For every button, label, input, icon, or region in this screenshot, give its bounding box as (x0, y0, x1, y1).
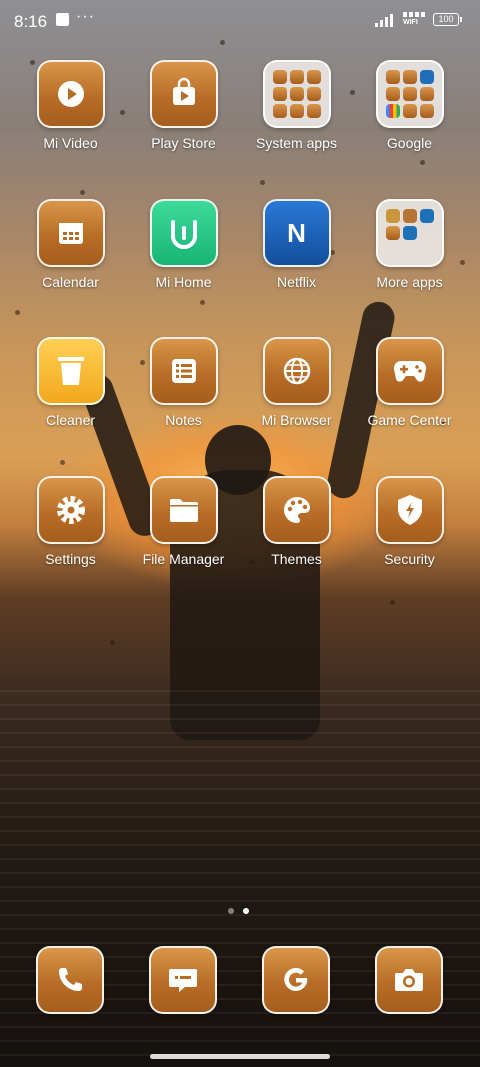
app-label: Calendar (42, 274, 99, 290)
signal-icon (375, 14, 393, 27)
folder-system-apps[interactable]: System apps (240, 60, 353, 151)
app-label: File Manager (142, 551, 225, 567)
app-notes[interactable]: Notes (127, 337, 240, 428)
folder-google[interactable]: Google (353, 60, 466, 151)
dock-camera[interactable] (375, 946, 443, 1014)
app-game-center[interactable]: Game Center (353, 337, 466, 428)
status-bar: 8:16 ··· WIFI 100 (0, 0, 480, 40)
app-label: Mi Browser (261, 412, 332, 428)
status-time: 8:16 (14, 12, 48, 31)
dock-phone[interactable] (36, 946, 104, 1014)
camera-icon (375, 946, 443, 1014)
phone-icon (36, 946, 104, 1014)
app-file-manager[interactable]: File Manager (127, 476, 240, 567)
gear-icon (36, 476, 105, 544)
play-icon (36, 60, 105, 128)
folder-more-apps[interactable]: More apps (353, 199, 466, 290)
trash-icon (36, 337, 105, 405)
globe-icon (262, 337, 331, 405)
folder-label: System apps (256, 135, 337, 151)
app-label: Mi Home (155, 274, 212, 290)
palette-icon (262, 476, 331, 544)
notification-icon (56, 13, 69, 26)
app-label: Themes (271, 551, 322, 567)
battery-icon: 100 (433, 13, 462, 26)
app-label: Game Center (367, 412, 452, 428)
netflix-glyph: N (287, 217, 306, 248)
dock-google[interactable] (262, 946, 330, 1014)
app-label: Settings (45, 551, 96, 567)
app-security[interactable]: Security (353, 476, 466, 567)
gesture-navigation-bar[interactable] (150, 1054, 330, 1059)
shield-icon (375, 476, 444, 544)
app-label: Notes (165, 412, 202, 428)
page-dot-active[interactable] (243, 908, 249, 914)
folder-label: More apps (376, 274, 443, 290)
play-store-icon (149, 60, 218, 128)
app-label: Cleaner (45, 412, 96, 428)
folder-icon (262, 60, 331, 128)
app-calendar[interactable]: Calendar (14, 199, 127, 290)
calendar-icon (36, 199, 105, 267)
page-dot[interactable] (228, 908, 234, 914)
app-mi-browser[interactable]: Mi Browser (240, 337, 353, 428)
folder-icon (375, 199, 444, 267)
app-netflix[interactable]: N Netflix (240, 199, 353, 290)
app-label: Mi Video (43, 135, 98, 151)
dock-messages[interactable] (149, 946, 217, 1014)
mi-home-icon (149, 199, 218, 267)
app-settings[interactable]: Settings (14, 476, 127, 567)
app-mi-home[interactable]: Mi Home (127, 199, 240, 290)
app-themes[interactable]: Themes (240, 476, 353, 567)
app-mi-video[interactable]: Mi Video (14, 60, 127, 151)
folder-icon (149, 476, 218, 544)
app-label: Netflix (277, 274, 316, 290)
page-indicator[interactable] (228, 908, 249, 914)
wifi-icon: WIFI (403, 12, 429, 26)
google-icon (262, 946, 330, 1014)
notes-icon (149, 337, 218, 405)
gamepad-icon (375, 337, 444, 405)
message-icon (149, 946, 217, 1014)
app-label: Play Store (151, 135, 216, 151)
app-play-store[interactable]: Play Store (127, 60, 240, 151)
wifi-label: WIFI (403, 19, 418, 26)
netflix-icon: N (262, 199, 331, 267)
app-cleaner[interactable]: Cleaner (14, 337, 127, 428)
more-notifications-icon: ··· (76, 8, 95, 25)
folder-icon (375, 60, 444, 128)
folder-label: Google (386, 135, 433, 151)
app-label: Security (384, 551, 435, 567)
